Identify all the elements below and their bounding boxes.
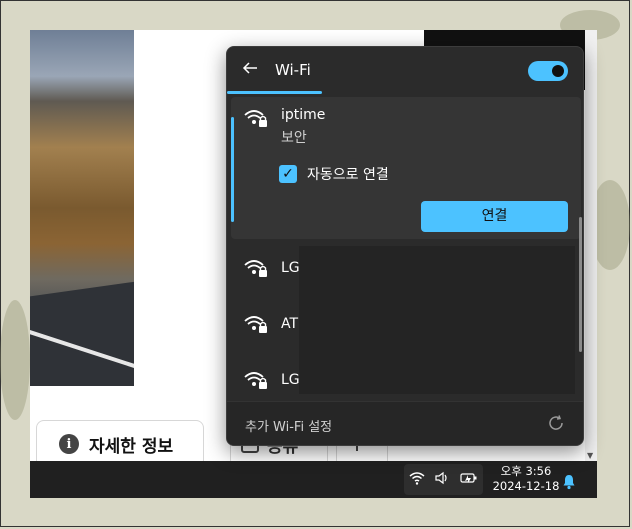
network-name: LG	[281, 372, 300, 388]
taskbar: 오후 3:56 2024-12-18	[30, 461, 597, 498]
notification-bell-icon[interactable]	[562, 474, 576, 494]
clock-date: 2024-12-18	[492, 479, 560, 493]
flyout-header: Wi-Fi	[227, 47, 583, 95]
wifi-secured-icon	[243, 313, 269, 335]
selection-indicator	[231, 117, 234, 222]
wifi-secured-icon	[243, 107, 269, 129]
more-wifi-settings-link[interactable]: 추가 Wi-Fi 설정	[245, 416, 332, 435]
info-icon: i	[59, 434, 79, 454]
wifi-secured-icon	[243, 257, 269, 279]
battery-icon	[460, 471, 478, 489]
network-list-scrollbar[interactable]	[579, 217, 582, 352]
auto-connect-label: 자동으로 연결	[307, 167, 389, 183]
network-name: LG	[281, 260, 300, 276]
auto-connect-checkbox[interactable]: ✓	[279, 165, 297, 183]
toggle-knob	[552, 65, 564, 77]
network-security-status: 보안	[281, 130, 307, 146]
connect-button[interactable]: 연결	[421, 201, 568, 232]
page-scrollbar[interactable]: ▼	[585, 30, 597, 462]
system-tray-quick-settings[interactable]	[404, 464, 483, 495]
network-name: AT	[281, 316, 299, 332]
wifi-toggle[interactable]	[528, 61, 568, 81]
scroll-down-icon[interactable]: ▼	[587, 451, 593, 460]
background-leaf	[0, 300, 30, 420]
flyout-footer: 추가 Wi-Fi 설정	[227, 401, 583, 445]
detail-info-label: 자세한 정보	[89, 436, 174, 457]
landscape-photo	[30, 30, 134, 386]
taskbar-clock[interactable]: 오후 3:56 2024-12-18	[486, 464, 566, 495]
wifi-flyout: Wi-Fi iptime 보안 ✓ 자동으로 연결 연결 LG AT LG 추가…	[226, 46, 584, 446]
flyout-title: Wi-Fi	[275, 61, 311, 79]
network-item-selected[interactable]: iptime 보안 ✓ 자동으로 연결 연결	[231, 97, 581, 239]
wifi-tray-icon	[409, 471, 425, 489]
refresh-icon[interactable]	[547, 414, 565, 437]
wifi-secured-icon	[243, 369, 269, 391]
clock-time: 오후 3:56	[500, 464, 552, 478]
back-arrow-icon[interactable]	[241, 59, 261, 79]
volume-icon	[434, 471, 450, 489]
title-underline	[227, 91, 322, 94]
redacted-region	[299, 246, 575, 394]
network-name: iptime	[281, 107, 326, 123]
